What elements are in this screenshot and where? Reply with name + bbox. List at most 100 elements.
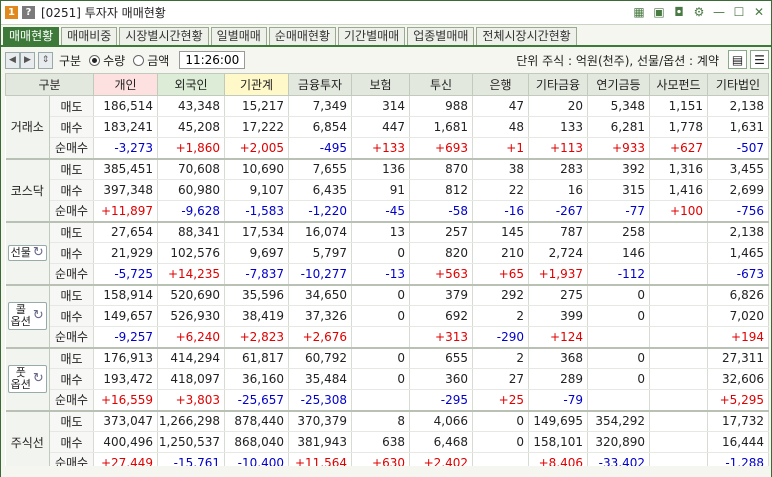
- data-cell[interactable]: 176,913: [93, 347, 158, 369]
- sheet-icon[interactable]: ▤: [728, 50, 747, 69]
- data-cell[interactable]: [649, 221, 708, 243]
- data-cell[interactable]: 7,349: [288, 95, 352, 117]
- tab-trading-status[interactable]: 매매현황: [3, 27, 60, 46]
- data-cell[interactable]: 2: [472, 347, 529, 369]
- data-cell[interactable]: 447: [351, 116, 410, 138]
- data-cell[interactable]: 0: [587, 347, 650, 369]
- data-cell[interactable]: 47: [472, 95, 529, 117]
- data-cell[interactable]: -9,257: [93, 326, 158, 349]
- data-cell[interactable]: [351, 389, 410, 412]
- data-cell[interactable]: -58: [409, 200, 473, 223]
- data-cell[interactable]: 102,576: [157, 242, 225, 264]
- table-row[interactable]: 매수 193,472 418,097 36,160 35,484 0 360 27 289 0 32…: [6, 368, 769, 390]
- data-cell[interactable]: 0: [472, 431, 529, 453]
- data-cell[interactable]: 7,020: [707, 305, 769, 327]
- market-group-cell[interactable]: 콜 옵션 ↻: [5, 284, 50, 349]
- data-cell[interactable]: 812: [409, 179, 473, 201]
- minimize-icon[interactable]: —: [711, 4, 727, 20]
- camera-icon[interactable]: ◘: [671, 4, 687, 20]
- data-cell[interactable]: 6,468: [409, 431, 473, 453]
- data-cell[interactable]: 655: [409, 347, 473, 369]
- data-cell[interactable]: 638: [351, 431, 410, 453]
- data-cell[interactable]: 787: [528, 221, 588, 243]
- data-cell[interactable]: 1,631: [707, 116, 769, 138]
- data-cell[interactable]: +313: [409, 326, 473, 349]
- table-row[interactable]: 순매수 +16,559 +3,803 -25,657 -25,308 -295 +25 -79…: [6, 389, 769, 412]
- market-group-button[interactable]: 콜 옵션 ↻: [7, 302, 47, 330]
- data-cell[interactable]: 91: [351, 179, 410, 201]
- data-cell[interactable]: 3,455: [707, 158, 769, 180]
- data-cell[interactable]: -7,837: [224, 263, 289, 286]
- data-cell[interactable]: -16: [472, 200, 529, 223]
- data-cell[interactable]: 373,047: [93, 410, 158, 432]
- time-input[interactable]: [179, 51, 246, 69]
- data-cell[interactable]: 35,484: [288, 368, 352, 390]
- data-cell[interactable]: 397,348: [93, 179, 158, 201]
- data-cell[interactable]: [649, 263, 708, 286]
- data-cell[interactable]: 283: [528, 158, 588, 180]
- data-cell[interactable]: -3,273: [93, 137, 158, 160]
- data-cell[interactable]: 21,929: [93, 242, 158, 264]
- data-cell[interactable]: +6,240: [157, 326, 225, 349]
- data-cell[interactable]: [649, 368, 708, 390]
- data-cell[interactable]: 6,281: [587, 116, 650, 138]
- data-cell[interactable]: +113: [528, 137, 588, 160]
- data-cell[interactable]: 1,250,537: [157, 431, 225, 453]
- data-cell[interactable]: 0: [351, 347, 410, 369]
- col-header-institution[interactable]: 기관계: [224, 73, 289, 96]
- data-cell[interactable]: 4,066: [409, 410, 473, 432]
- data-cell[interactable]: 354,292: [587, 410, 650, 432]
- table-row[interactable]: 매수 183,241 45,208 17,222 6,854 447 1,681 48 133 6…: [6, 116, 769, 138]
- radio-quantity[interactable]: 수량: [89, 52, 125, 69]
- data-cell[interactable]: 45,208: [157, 116, 225, 138]
- data-cell[interactable]: 35,596: [224, 284, 289, 306]
- data-cell[interactable]: 0: [587, 305, 650, 327]
- data-cell[interactable]: 1,778: [649, 116, 708, 138]
- up-down-icon[interactable]: ⇕: [38, 51, 53, 69]
- data-cell[interactable]: 149,695: [528, 410, 588, 432]
- table-row[interactable]: 거래소 매도 186,514 43,348 15,217 7,349 314 988 47 20 5…: [5, 95, 769, 160]
- data-cell[interactable]: 146: [587, 242, 650, 264]
- data-cell[interactable]: 2,138: [707, 95, 769, 117]
- table-row[interactable]: 콜 옵션 ↻ 매도 158,914 520,690 35,596 34,650 0 379 292 2…: [5, 284, 769, 349]
- help-badge[interactable]: ?: [22, 6, 35, 19]
- data-cell[interactable]: 88,341: [157, 221, 225, 243]
- data-cell[interactable]: 1,465: [707, 242, 769, 264]
- data-cell[interactable]: 10,690: [224, 158, 289, 180]
- data-cell[interactable]: 370,379: [288, 410, 352, 432]
- data-cell[interactable]: 145: [472, 221, 529, 243]
- save-icon[interactable]: ▣: [651, 4, 667, 20]
- data-cell[interactable]: [649, 284, 708, 306]
- data-cell[interactable]: +11,897: [93, 200, 158, 223]
- menu-icon[interactable]: ☰: [750, 50, 769, 69]
- data-cell[interactable]: +2,823: [224, 326, 289, 349]
- data-cell[interactable]: 2,138: [707, 221, 769, 243]
- data-cell[interactable]: 2: [472, 305, 529, 327]
- refresh-icon[interactable]: ↻: [33, 309, 44, 322]
- data-cell[interactable]: 314: [351, 95, 410, 117]
- data-cell[interactable]: 38: [472, 158, 529, 180]
- data-cell[interactable]: -25,308: [288, 389, 352, 412]
- table-row[interactable]: 매수 400,496 1,250,537 868,040 381,943 638 6,468…: [6, 431, 769, 453]
- data-cell[interactable]: 381,943: [288, 431, 352, 453]
- data-cell[interactable]: 820: [409, 242, 473, 264]
- tab-sector[interactable]: 업종별매매: [407, 27, 475, 46]
- data-cell[interactable]: 0: [472, 410, 529, 432]
- col-header-private-fund[interactable]: 사모펀드: [649, 73, 708, 96]
- table-row[interactable]: 매수 149,657 526,930 38,419 37,326 0 692 2 399 0 7,0…: [6, 305, 769, 327]
- radio-amount[interactable]: 금액: [133, 52, 169, 69]
- data-cell[interactable]: 8: [351, 410, 410, 432]
- table-row[interactable]: 주식선 매도 373,047 1,266,298 878,440 370,379 8 4,06…: [5, 410, 769, 475]
- tab-trading-ratio[interactable]: 매매비중: [61, 27, 118, 46]
- close-icon[interactable]: ✕: [751, 4, 767, 20]
- data-cell[interactable]: 1,416: [649, 179, 708, 201]
- data-cell[interactable]: -25,657: [224, 389, 289, 412]
- data-cell[interactable]: 17,534: [224, 221, 289, 243]
- data-cell[interactable]: -79: [528, 389, 588, 412]
- data-cell[interactable]: 48: [472, 116, 529, 138]
- data-cell[interactable]: +194: [707, 326, 769, 349]
- data-cell[interactable]: 149,657: [93, 305, 158, 327]
- data-cell[interactable]: 6,435: [288, 179, 352, 201]
- col-header-trust[interactable]: 투신: [409, 73, 473, 96]
- data-cell[interactable]: 2,724: [528, 242, 588, 264]
